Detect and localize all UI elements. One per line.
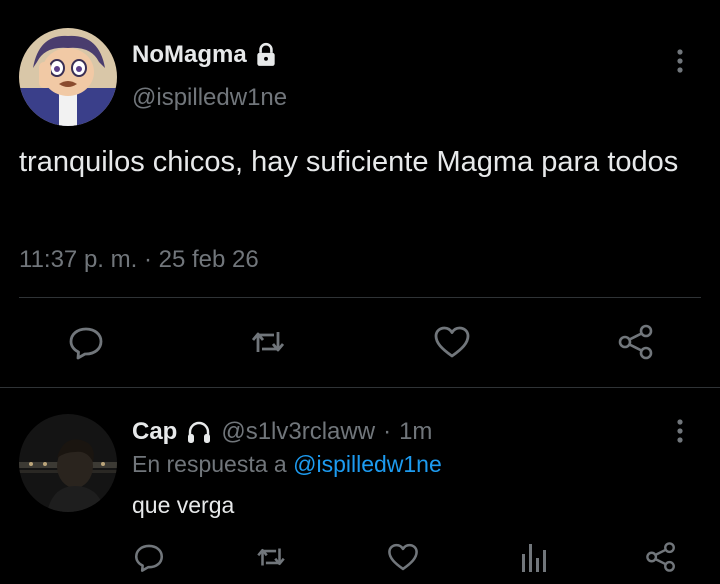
replying-to-link[interactable]: @ispilledw1ne — [293, 451, 442, 477]
replying-to-prefix: En respuesta a — [132, 451, 287, 477]
reply-handle[interactable]: @s1lv3rclaww — [221, 418, 375, 446]
headphones-icon — [185, 418, 213, 446]
reply-separator: · — [383, 418, 392, 445]
lock-icon — [253, 42, 279, 68]
reply-avatar[interactable] — [19, 414, 117, 512]
more-vertical-icon[interactable] — [670, 416, 690, 446]
avatar-illustration — [19, 28, 117, 126]
heart-icon[interactable] — [432, 322, 472, 362]
divider — [19, 297, 701, 298]
meta-separator: · — [137, 246, 159, 273]
reply-icon[interactable] — [66, 322, 106, 362]
display-name[interactable]: NoMagma — [132, 41, 247, 69]
share-icon[interactable] — [616, 322, 656, 362]
tweet-date: 25 feb 26 — [158, 246, 259, 273]
reply-time[interactable]: 1m — [399, 418, 432, 446]
handle[interactable]: @ispilledw1ne — [132, 84, 287, 112]
avatar[interactable] — [19, 28, 117, 126]
reply-icon[interactable] — [132, 540, 166, 574]
reply-header: Cap @s1lv3rclaww · 1m — [132, 418, 432, 446]
tweet-text: tranquilos chicos, hay suficiente Magma … — [19, 146, 679, 178]
tweet-time: 11:37 p. m. — [19, 246, 138, 273]
display-name-row: NoMagma — [132, 41, 279, 69]
tweet-timestamp[interactable]: 11:37 p. m. · 25 feb 26 — [19, 246, 259, 274]
retweet-icon[interactable] — [254, 540, 288, 574]
more-vertical-icon[interactable] — [670, 46, 690, 76]
reply-display-name[interactable]: Cap — [132, 418, 177, 446]
section-divider — [0, 387, 720, 388]
replying-to: En respuesta a @ispilledw1ne — [132, 451, 442, 478]
share-icon[interactable] — [644, 540, 678, 574]
reply-actions — [0, 540, 720, 576]
retweet-icon[interactable] — [248, 322, 288, 362]
analytics-icon[interactable] — [516, 540, 550, 574]
tweet-actions — [0, 320, 720, 364]
reply-text: que verga — [132, 492, 235, 518]
reply-avatar-photo — [19, 414, 117, 512]
heart-icon[interactable] — [386, 540, 420, 574]
